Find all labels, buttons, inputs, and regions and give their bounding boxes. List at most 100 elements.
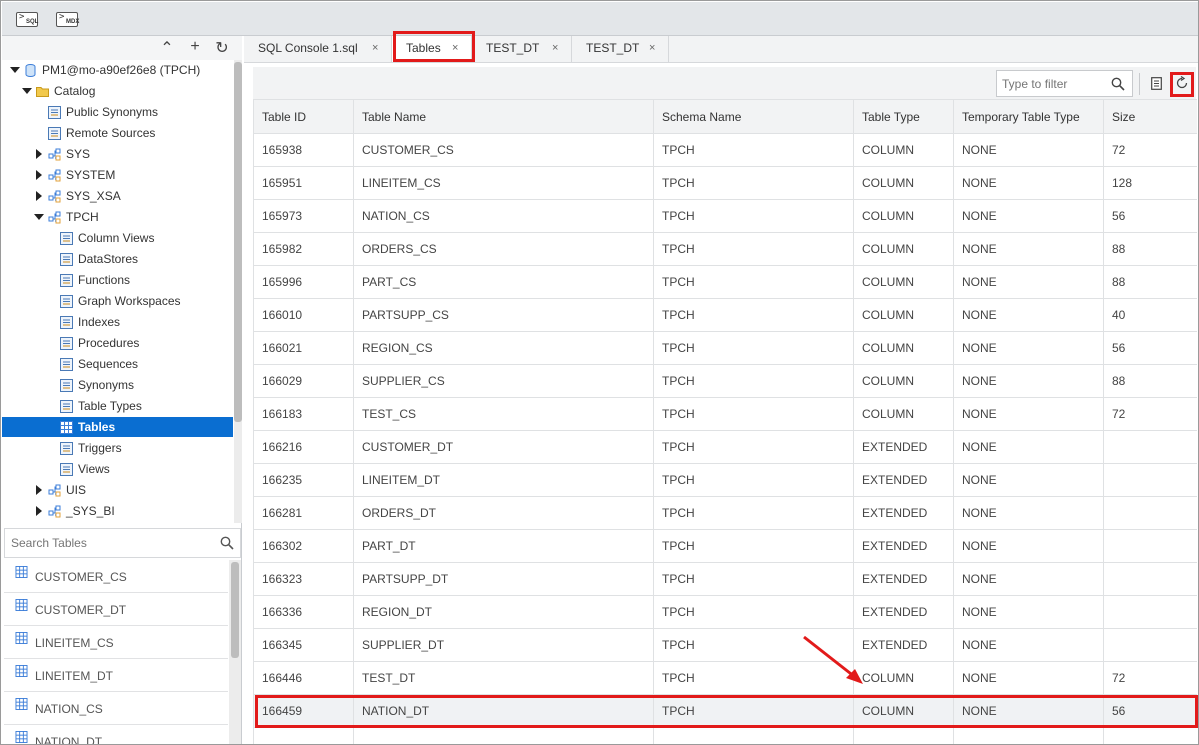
table-row[interactable]: 166183 TEST_CS TPCH COLUMN NONE 72 <box>253 397 1197 431</box>
tree-node-functions[interactable]: Functions <box>2 270 233 290</box>
column-header[interactable]: Table Type <box>853 99 954 134</box>
table-row[interactable]: 165951 LINEITEM_CS TPCH COLUMN NONE 128 <box>253 166 1197 200</box>
tree-node-tables[interactable]: Tables <box>2 417 233 437</box>
table-row[interactable]: 165982 ORDERS_CS TPCH COLUMN NONE 88 <box>253 232 1197 266</box>
refresh-icon[interactable]: ↻ <box>214 38 230 58</box>
table-cell <box>1103 496 1197 530</box>
sql-console-button[interactable]: > SQL <box>16 12 38 27</box>
table-row[interactable]: 166029 SUPPLIER_CS TPCH COLUMN NONE 88 <box>253 364 1197 398</box>
table-row[interactable]: 166216 CUSTOMER_DT TPCH EXTENDED NONE <box>253 430 1197 464</box>
table-cell <box>1103 595 1197 629</box>
tree-node-label: _SYS_BI <box>66 504 115 518</box>
expand-right-icon[interactable] <box>36 191 42 201</box>
table-cell <box>1103 430 1197 464</box>
close-tab-icon[interactable]: × <box>649 36 655 60</box>
close-tab-icon[interactable]: × <box>372 36 378 60</box>
tree-node-system[interactable]: SYSTEM <box>2 165 233 185</box>
mdx-console-button[interactable]: > MDX <box>56 12 79 27</box>
table-list-item[interactable]: LINEITEM_CS <box>4 626 228 659</box>
tree-node-indexes[interactable]: Indexes <box>2 312 233 332</box>
table-cell: NONE <box>953 430 1104 464</box>
close-tab-icon[interactable]: × <box>552 36 558 60</box>
table-row[interactable]: 166302 PART_DT TPCH EXTENDED NONE <box>253 529 1197 563</box>
table-row[interactable]: 166345 SUPPLIER_DT TPCH EXTENDED NONE <box>253 628 1197 662</box>
collapse-icon[interactable]: ⌃ <box>159 38 175 58</box>
expand-right-icon[interactable] <box>36 506 42 516</box>
tree-node-public-synonyms[interactable]: Public Synonyms <box>2 102 233 122</box>
tree-scrollbar-thumb[interactable] <box>234 62 242 422</box>
table-row[interactable]: 166323 PARTSUPP_DT TPCH EXTENDED NONE <box>253 562 1197 596</box>
tree-node-graph-workspaces[interactable]: Graph Workspaces <box>2 291 233 311</box>
expand-down-icon[interactable] <box>34 214 44 220</box>
tab-test-dt[interactable]: TEST_DT × <box>572 36 669 62</box>
table-cell: NONE <box>953 628 1104 662</box>
table-row[interactable]: 165973 NATION_CS TPCH COLUMN NONE 56 <box>253 199 1197 233</box>
table-row[interactable]: 166446 TEST_DT TPCH COLUMN NONE 72 <box>253 661 1197 695</box>
tree-node-sys-xsa[interactable]: SYS_XSA <box>2 186 233 206</box>
tab-test-dt[interactable]: TEST_DT × <box>472 36 572 62</box>
tree-node-pm1-mo-a90ef26e8-tpch[interactable]: PM1@mo-a90ef26e8 (TPCH) <box>2 60 233 80</box>
tree-node-triggers[interactable]: Triggers <box>2 438 233 458</box>
table-row[interactable]: 166235 LINEITEM_DT TPCH EXTENDED NONE <box>253 463 1197 497</box>
tree-node-procedures[interactable]: Procedures <box>2 333 233 353</box>
expand-right-icon[interactable] <box>36 170 42 180</box>
tree-node-remote-sources[interactable]: Remote Sources <box>2 123 233 143</box>
expand-down-icon[interactable] <box>22 88 32 94</box>
table-cell: TPCH <box>653 694 854 728</box>
table-row[interactable]: 166010 PARTSUPP_CS TPCH COLUMN NONE 40 <box>253 298 1197 332</box>
tree-node-column-views[interactable]: Column Views <box>2 228 233 248</box>
search-icon[interactable] <box>1111 77 1125 91</box>
table-list-item[interactable]: CUSTOMER_DT <box>4 593 228 626</box>
table-row[interactable]: 166281 ORDERS_DT TPCH EXTENDED NONE <box>253 496 1197 530</box>
table-cell: 165982 <box>253 232 354 266</box>
filter-input[interactable] <box>1002 76 1107 92</box>
table-list-item[interactable]: CUSTOMER_CS <box>4 560 228 593</box>
table-icon <box>15 698 28 710</box>
tree-node-views[interactable]: Views <box>2 459 233 479</box>
tree-node-tpch[interactable]: TPCH <box>2 207 233 227</box>
tree-node-catalog[interactable]: Catalog <box>2 81 233 101</box>
table-list-scrollbar-thumb[interactable] <box>231 562 239 658</box>
table-row[interactable]: 166459 NATION_DT TPCH COLUMN NONE 56 <box>253 694 1197 728</box>
table-row[interactable]: 165938 CUSTOMER_CS TPCH COLUMN NONE 72 <box>253 133 1197 167</box>
table-row[interactable]: 166336 REGION_DT TPCH EXTENDED NONE <box>253 595 1197 629</box>
search-tables-input[interactable] <box>11 535 211 551</box>
table-icon <box>15 665 28 677</box>
tab-tables[interactable]: Tables × <box>392 36 472 62</box>
tree-node-sequences[interactable]: Sequences <box>2 354 233 374</box>
column-header[interactable]: Schema Name <box>653 99 854 134</box>
column-header[interactable]: Table ID <box>253 99 354 134</box>
table-cell: TPCH <box>653 298 854 332</box>
table-row[interactable] <box>253 727 1197 744</box>
tree-node-datastores[interactable]: DataStores <box>2 249 233 269</box>
expand-right-icon[interactable] <box>36 149 42 159</box>
tree-node-sys[interactable]: SYS <box>2 144 233 164</box>
column-header[interactable]: Temporary Table Type <box>953 99 1104 134</box>
tab-label: Tables <box>406 41 441 55</box>
expand-down-icon[interactable] <box>10 67 20 73</box>
tree-node-synonyms[interactable]: Synonyms <box>2 375 233 395</box>
tree-node-table-types[interactable]: Table Types <box>2 396 233 416</box>
search-icon[interactable] <box>220 536 234 550</box>
table-row[interactable]: 165996 PART_CS TPCH COLUMN NONE 88 <box>253 265 1197 299</box>
refresh-icon[interactable] <box>1175 76 1189 90</box>
column-header[interactable]: Size <box>1103 99 1197 134</box>
table-list-item[interactable]: NATION_DT <box>4 725 228 744</box>
table-cell: 166235 <box>253 463 354 497</box>
table-list-item[interactable]: LINEITEM_DT <box>4 659 228 692</box>
tab-sql-console-1-sql[interactable]: SQL Console 1.sql × <box>244 36 392 62</box>
export-icon[interactable] <box>1151 77 1162 90</box>
expand-right-icon[interactable] <box>36 485 42 495</box>
table-cell: COLUMN <box>853 298 954 332</box>
tree-node-uis[interactable]: UIS <box>2 480 233 500</box>
tree-node-label: SYSTEM <box>66 168 116 182</box>
table-row[interactable]: 166021 REGION_CS TPCH COLUMN NONE 56 <box>253 331 1197 365</box>
tree-node-sys-bi[interactable]: _SYS_BI <box>2 501 233 521</box>
table-cell <box>253 727 354 744</box>
column-header[interactable]: Table Name <box>353 99 654 134</box>
table-list-item[interactable]: NATION_CS <box>4 692 228 725</box>
close-tab-icon[interactable]: × <box>452 36 458 60</box>
add-icon[interactable]: + <box>187 38 203 56</box>
table-icon <box>15 632 28 644</box>
procedure-icon <box>60 336 73 350</box>
